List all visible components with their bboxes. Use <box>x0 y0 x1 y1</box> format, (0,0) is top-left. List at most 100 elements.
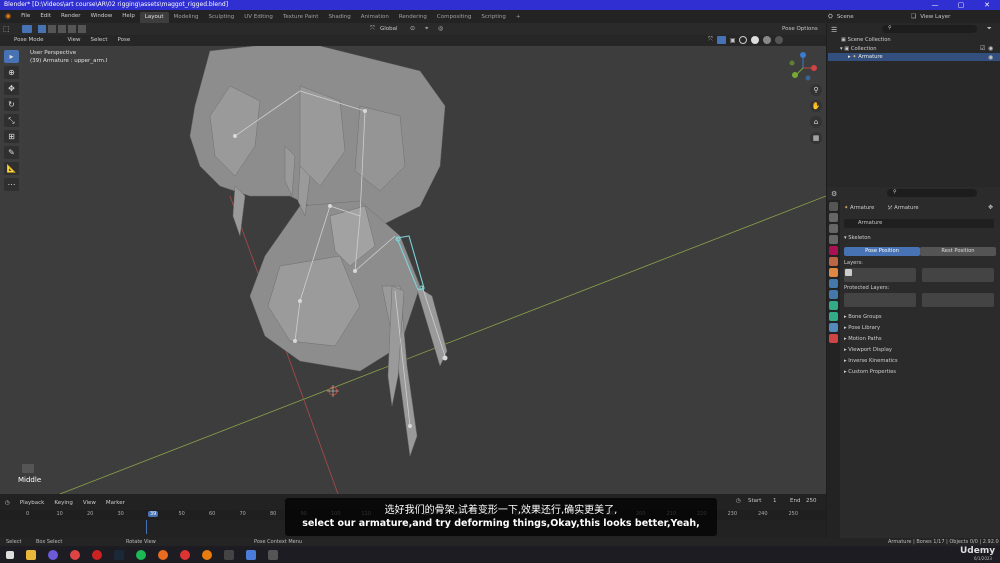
tool-tab-icon[interactable] <box>829 202 838 211</box>
maximize-button[interactable]: ▢ <box>948 0 974 10</box>
file-explorer-icon[interactable] <box>26 549 36 560</box>
mode-invert-icon[interactable] <box>68 25 76 33</box>
tab-scripting[interactable]: Scripting <box>476 12 510 23</box>
tab-layout[interactable]: Layout <box>139 11 169 23</box>
app-icon[interactable] <box>268 549 278 560</box>
menu-edit[interactable]: Edit <box>35 10 56 23</box>
pan-hand-icon[interactable]: ✋ <box>810 100 822 112</box>
select-tool-icon[interactable]: ▸ <box>4 50 19 63</box>
scene-selector[interactable]: Scene <box>837 14 887 20</box>
armature-data-field[interactable]: Armature <box>844 219 994 228</box>
mode-subtract-icon[interactable] <box>58 25 66 33</box>
object-tab-icon[interactable] <box>829 268 838 277</box>
protected-layers-grid-right[interactable] <box>922 293 994 307</box>
tab-shading[interactable]: Shading <box>323 12 355 23</box>
app-icon[interactable] <box>224 549 234 560</box>
add-workspace-button[interactable]: + <box>511 12 526 23</box>
3d-viewport[interactable]: User Perspective (39) Armature : upper_a… <box>0 46 826 494</box>
steam-icon[interactable] <box>114 549 124 560</box>
cursor-tool-icon[interactable]: ⊕ <box>4 66 19 79</box>
world-tab-icon[interactable] <box>829 257 838 266</box>
view-layer-tab-icon[interactable] <box>829 235 838 244</box>
mode-extend-icon[interactable] <box>48 25 56 33</box>
proportional-icon[interactable]: ◎ <box>438 25 443 32</box>
scale-tool-icon[interactable]: ⤡ <box>4 114 19 127</box>
shading-wire-icon[interactable] <box>739 36 748 44</box>
render-tab-icon[interactable] <box>829 213 838 222</box>
properties-editor-icon[interactable]: ⚙ <box>831 190 837 198</box>
app-icon[interactable] <box>246 549 256 560</box>
timeline-view-menu[interactable]: View <box>78 497 101 510</box>
xray-toggle-icon[interactable]: ▣ <box>730 37 736 44</box>
checkbox-icon[interactable]: ☑ <box>980 45 985 52</box>
outliner-editor-icon[interactable]: ☰ <box>831 26 837 34</box>
close-button[interactable]: ✕ <box>974 0 1000 10</box>
rotate-tool-icon[interactable]: ↻ <box>4 98 19 111</box>
playback-menu[interactable]: Playback <box>15 497 50 510</box>
firefox-icon[interactable] <box>158 549 168 560</box>
minimize-button[interactable]: — <box>922 0 948 10</box>
menu-file[interactable]: File <box>16 10 35 23</box>
visibility-eye-icon[interactable]: ◉ <box>988 45 993 52</box>
preview-range-icon[interactable]: ◷ <box>736 498 741 504</box>
bone-constraint-tab-icon[interactable] <box>829 323 838 332</box>
viewport-display-panel[interactable]: ▸ Viewport Display <box>844 347 892 353</box>
tab-modeling[interactable]: Modeling <box>169 12 204 23</box>
start-frame-field[interactable]: 1 <box>773 498 777 504</box>
camera-view-icon[interactable]: ⌂ <box>810 116 822 128</box>
timeline-editor-icon[interactable]: ◷ <box>0 497 15 510</box>
blender-logo-icon[interactable]: ◉ <box>0 10 16 23</box>
pose-library-panel[interactable]: ▸ Pose Library <box>844 325 880 331</box>
tab-rendering[interactable]: Rendering <box>394 12 432 23</box>
tab-animation[interactable]: Animation <box>356 12 394 23</box>
ortho-grid-icon[interactable]: ▦ <box>810 132 822 144</box>
bone-groups-panel[interactable]: ▸ Bone Groups <box>844 314 882 320</box>
marker-menu[interactable]: Marker <box>101 497 130 510</box>
texture-tab-icon[interactable] <box>829 334 838 343</box>
shading-render-icon[interactable] <box>775 36 784 44</box>
end-frame-field[interactable]: 250 <box>806 498 817 504</box>
custom-properties-panel[interactable]: ▸ Custom Properties <box>844 369 896 375</box>
pin-icon[interactable]: ✥ <box>988 204 993 211</box>
playhead-line[interactable] <box>146 520 147 534</box>
physics-tab-icon[interactable] <box>829 290 838 299</box>
motion-paths-panel[interactable]: ▸ Motion Paths <box>844 336 882 342</box>
select-mode-icon[interactable] <box>22 25 32 33</box>
breakdowner-tool-icon[interactable]: ⋯ <box>4 178 19 191</box>
inverse-kinematics-panel[interactable]: ▸ Inverse Kinematics <box>844 358 898 364</box>
gizmo-toggle-icon[interactable]: ⤧ <box>708 36 713 44</box>
armature-data-tab-icon[interactable] <box>829 301 838 310</box>
properties-search-input[interactable]: ⚲ <box>887 189 977 197</box>
shading-material-icon[interactable] <box>763 36 772 44</box>
menu-render[interactable]: Render <box>56 10 86 23</box>
zoom-icon[interactable]: ⚲ <box>810 84 822 96</box>
start-menu-icon[interactable] <box>6 550 14 559</box>
pose-position-button[interactable]: Pose Position <box>844 247 920 256</box>
rest-position-button[interactable]: Rest Position <box>920 247 996 256</box>
shading-solid-icon[interactable] <box>751 36 760 44</box>
skeleton-panel-header[interactable]: ▾ Skeleton <box>844 235 871 241</box>
measure-tool-icon[interactable]: 📐 <box>4 162 19 175</box>
view-layer-selector[interactable]: View Layer <box>920 14 950 20</box>
bone-tab-icon[interactable] <box>829 312 838 321</box>
transform-tool-icon[interactable]: ⊞ <box>4 130 19 143</box>
snap-icon[interactable]: ⌖ <box>425 25 428 33</box>
chrome-icon[interactable] <box>180 549 190 560</box>
outliner-row-scene-collection[interactable]: ▣ Scene Collection <box>841 37 891 43</box>
layers-grid-right[interactable] <box>922 268 994 282</box>
outliner-row-armature[interactable]: ▸ ✦ Armature <box>848 54 883 60</box>
layers-grid-left[interactable] <box>844 268 916 282</box>
orientation-dropdown[interactable]: Global <box>380 26 398 32</box>
app-icon[interactable] <box>92 549 102 560</box>
outliner-row-collection[interactable]: ▾ ▣ Collection <box>840 46 877 52</box>
tab-sculpting[interactable]: Sculpting <box>204 12 240 23</box>
outliner-search-input[interactable]: ⚲ <box>882 25 977 33</box>
editor-type-icon[interactable]: ⬚ <box>3 25 10 33</box>
keying-menu[interactable]: Keying <box>49 497 77 510</box>
annotate-tool-icon[interactable]: ✎ <box>4 146 19 159</box>
scene-tab-icon[interactable] <box>829 246 838 255</box>
pose-options-dropdown[interactable]: Pose Options <box>782 26 818 32</box>
menu-window[interactable]: Window <box>86 10 118 23</box>
tab-uv-editing[interactable]: UV Editing <box>239 12 278 23</box>
output-tab-icon[interactable] <box>829 224 838 233</box>
